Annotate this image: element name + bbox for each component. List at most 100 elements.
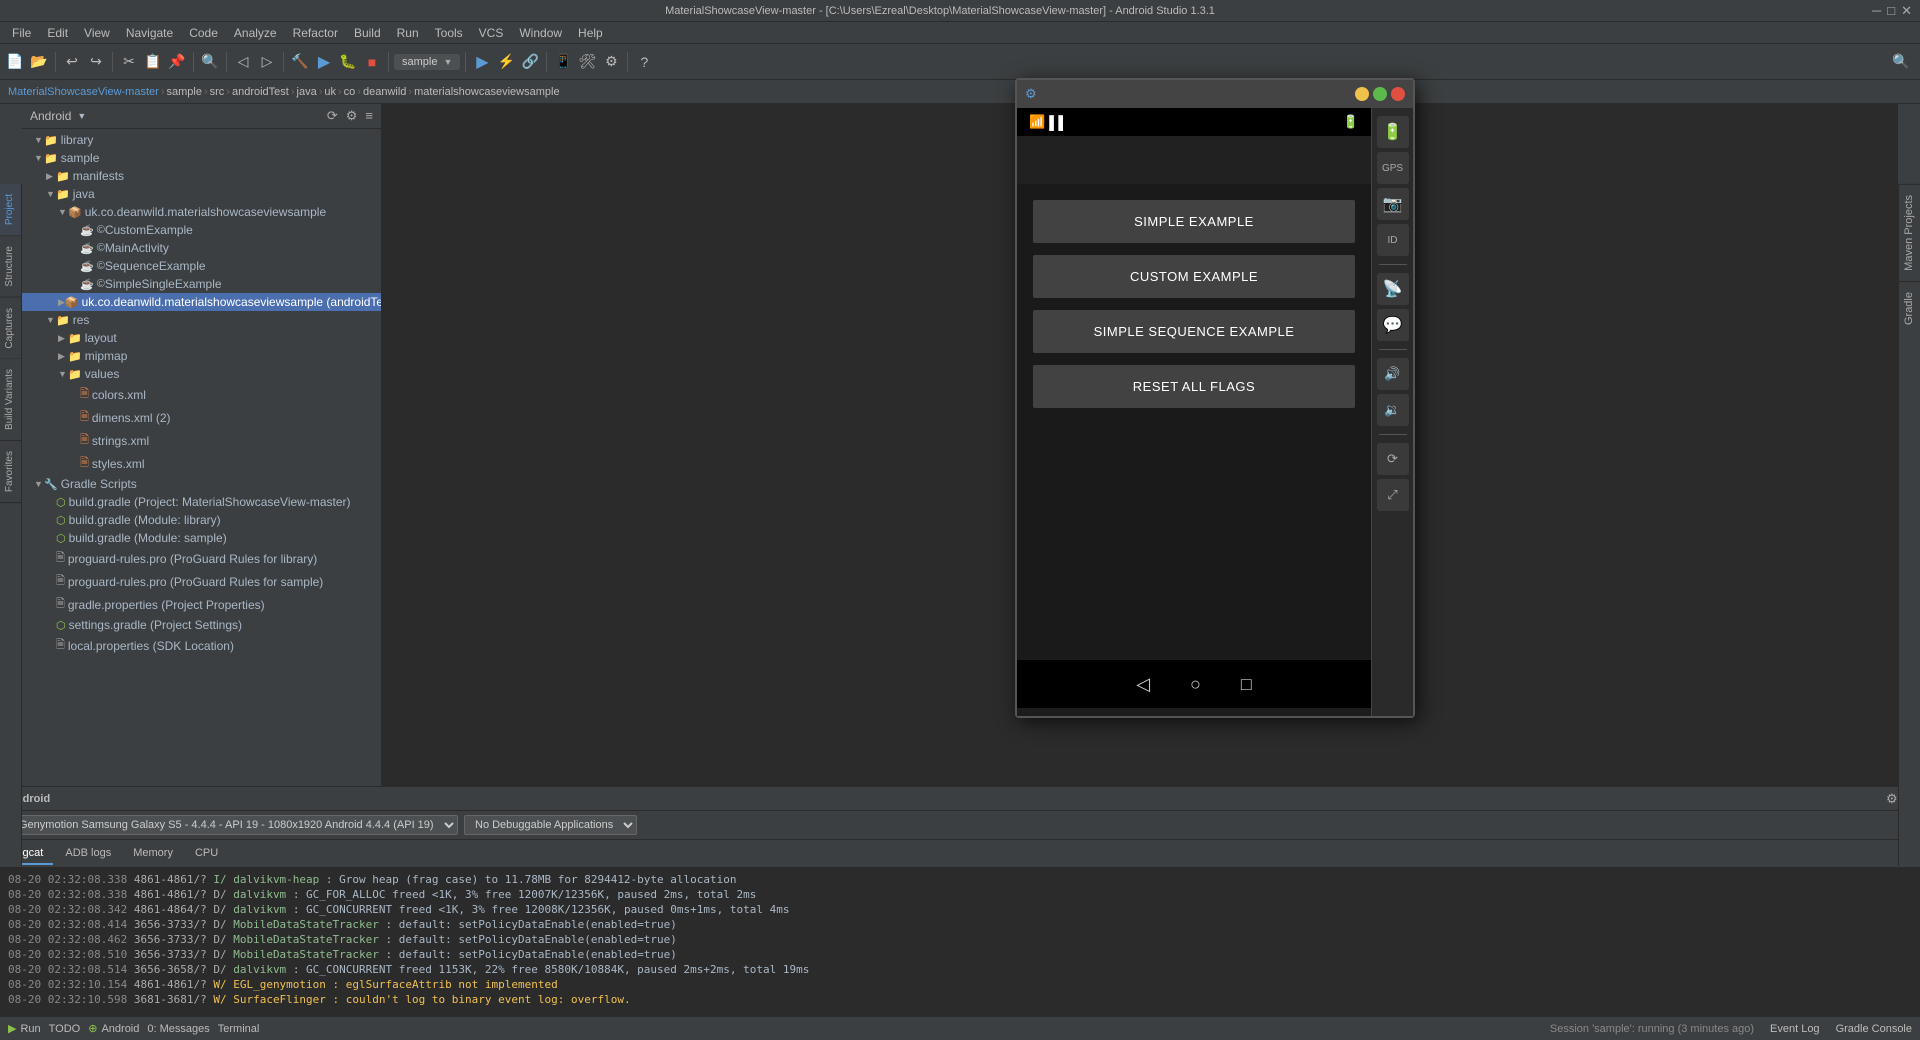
- maximize-btn[interactable]: □: [1887, 3, 1895, 19]
- tree-item-manifests[interactable]: ▶ 📁 manifests: [22, 167, 381, 185]
- tree-item-build-library[interactable]: ⬡ build.gradle (Module: library): [22, 511, 381, 529]
- settings-btn[interactable]: ⚙: [600, 51, 622, 73]
- run-app-btn[interactable]: ▶: [471, 51, 493, 73]
- new-file-btn[interactable]: 📄: [4, 51, 26, 73]
- tree-item-custom-example[interactable]: ☕ © CustomExample: [22, 221, 381, 239]
- geny-tool-rotate[interactable]: ⟳: [1377, 443, 1409, 475]
- right-tab-maven[interactable]: Maven Projects: [1899, 184, 1920, 281]
- profile-btn[interactable]: ⚡: [495, 51, 517, 73]
- help-btn[interactable]: ?: [633, 51, 655, 73]
- tree-item-build-sample[interactable]: ⬡ build.gradle (Module: sample): [22, 529, 381, 547]
- left-tab-favorites[interactable]: Favorites: [0, 441, 21, 503]
- sidebar-settings-icon[interactable]: ⚙: [346, 108, 358, 124]
- tree-item-simplesingle[interactable]: ☕ © SimpleSingleExample: [22, 275, 381, 293]
- gradle-console-status[interactable]: Gradle Console: [1836, 1023, 1912, 1035]
- tab-cpu[interactable]: CPU: [185, 843, 228, 865]
- attach-btn[interactable]: 🔗: [519, 51, 541, 73]
- geny-tool-fullscreen[interactable]: ⤢: [1377, 479, 1409, 511]
- geny-tool-sms[interactable]: 💬: [1377, 309, 1409, 341]
- menu-item-window[interactable]: Window: [511, 24, 570, 42]
- redo-btn[interactable]: ↪: [85, 51, 107, 73]
- log-area[interactable]: 08-20 02:32:08.338 4861-4861/? I/ dalvik…: [0, 868, 1920, 1016]
- breadcrumb-uk[interactable]: uk: [324, 86, 336, 98]
- geny-maximize-btn[interactable]: [1373, 87, 1387, 101]
- tree-item-pkg-main[interactable]: ▼ 📦 uk.co.deanwild.materialshowcaseviews…: [22, 203, 381, 221]
- sdk-btn[interactable]: 🛠: [576, 51, 598, 73]
- search-everywhere-btn[interactable]: 🔍: [1890, 51, 1912, 73]
- geny-tool-vol-down[interactable]: 🔉: [1377, 394, 1409, 426]
- geny-tool-camera[interactable]: 📷: [1377, 188, 1409, 220]
- menu-item-run[interactable]: Run: [389, 24, 427, 42]
- menu-item-code[interactable]: Code: [181, 24, 226, 42]
- panel-settings-icon[interactable]: ⚙: [1886, 791, 1898, 807]
- tree-item-sequence[interactable]: ☕ © SequenceExample: [22, 257, 381, 275]
- sidebar-sync-icon[interactable]: ⟳: [327, 108, 338, 124]
- left-tab-captures[interactable]: Captures: [0, 298, 21, 360]
- menu-item-edit[interactable]: Edit: [39, 24, 76, 42]
- tab-memory[interactable]: Memory: [123, 843, 183, 865]
- cut-btn[interactable]: ✂: [118, 51, 140, 73]
- back-btn[interactable]: ◁: [232, 51, 254, 73]
- menu-item-refactor[interactable]: Refactor: [285, 24, 346, 42]
- tree-item-dimens[interactable]: 🗎 dimens.xml (2): [22, 406, 381, 429]
- menu-item-vcs[interactable]: VCS: [471, 24, 512, 42]
- geny-tool-signal[interactable]: 📡: [1377, 273, 1409, 305]
- sidebar-dropdown-icon[interactable]: ▼: [77, 111, 86, 121]
- geny-tool-id[interactable]: ID: [1377, 224, 1409, 256]
- left-tab-project[interactable]: Project: [0, 184, 21, 236]
- phone-reset-flags-btn[interactable]: RESET ALL FLAGS: [1033, 365, 1355, 408]
- breadcrumb-androidtest[interactable]: androidTest: [232, 86, 289, 98]
- open-btn[interactable]: 📂: [28, 51, 50, 73]
- undo-btn[interactable]: ↩: [61, 51, 83, 73]
- event-log-status[interactable]: Event Log: [1770, 1023, 1820, 1035]
- tree-item-mainactivity[interactable]: ☕ © MainActivity: [22, 239, 381, 257]
- geny-close-btn[interactable]: [1391, 87, 1405, 101]
- tree-item-res[interactable]: ▼ 📁 res: [22, 311, 381, 329]
- sidebar-gear-icon[interactable]: ≡: [365, 108, 373, 124]
- tree-item-settings-gradle[interactable]: ⬡ settings.gradle (Project Settings): [22, 616, 381, 634]
- tree-item-colors[interactable]: 🗎 colors.xml: [22, 383, 381, 406]
- breadcrumb-deanwild[interactable]: deanwild: [363, 86, 406, 98]
- todo-status[interactable]: TODO: [49, 1023, 81, 1035]
- breadcrumb-root[interactable]: MaterialShowcaseView-master: [8, 86, 159, 98]
- tree-item-java[interactable]: ▼ 📁 java: [22, 185, 381, 203]
- run-green-btn[interactable]: ▶: [313, 51, 335, 73]
- device-selector[interactable]: Genymotion Samsung Galaxy S5 - 4.4.4 - A…: [8, 815, 458, 835]
- menu-item-build[interactable]: Build: [346, 24, 389, 42]
- geny-tool-gps[interactable]: GPS: [1377, 152, 1409, 184]
- right-tab-gradle[interactable]: Gradle: [1899, 281, 1920, 335]
- tree-item-mipmap[interactable]: ▶ 📁 mipmap: [22, 347, 381, 365]
- run-status[interactable]: ▶ Run: [8, 1022, 41, 1035]
- phone-recents-btn[interactable]: □: [1241, 674, 1252, 695]
- paste-btn[interactable]: 📌: [166, 51, 188, 73]
- tab-adb-logs[interactable]: ADB logs: [55, 843, 121, 865]
- tree-item-sample[interactable]: ▼ 📁 sample: [22, 149, 381, 167]
- tree-item-library[interactable]: ▼ 📁 library: [22, 131, 381, 149]
- module-selector[interactable]: sample ▼: [394, 54, 460, 70]
- phone-custom-example-btn[interactable]: CUSTOM EXAMPLE: [1033, 255, 1355, 298]
- phone-simple-sequence-btn[interactable]: SIMPLE SEQUENCE EXAMPLE: [1033, 310, 1355, 353]
- tree-item-proguard-sample[interactable]: 🗎 proguard-rules.pro (ProGuard Rules for…: [22, 570, 381, 593]
- breadcrumb-java[interactable]: java: [297, 86, 317, 98]
- breadcrumb-src[interactable]: src: [210, 86, 225, 98]
- geny-tool-vol-up[interactable]: 🔊: [1377, 358, 1409, 390]
- menu-item-file[interactable]: File: [4, 24, 39, 42]
- tree-item-pkg-androidtest[interactable]: ▶ 📦 uk.co.deanwild.materialshowcaseviews…: [22, 293, 381, 311]
- phone-simple-example-btn[interactable]: SIMPLE EXAMPLE: [1033, 200, 1355, 243]
- close-btn[interactable]: ✕: [1901, 3, 1912, 19]
- tree-item-layout[interactable]: ▶ 📁 layout: [22, 329, 381, 347]
- geny-tool-battery[interactable]: 🔋: [1377, 116, 1409, 148]
- search-btn[interactable]: 🔍: [199, 51, 221, 73]
- tree-item-build-project[interactable]: ⬡ build.gradle (Project: MaterialShowcas…: [22, 493, 381, 511]
- build-btn[interactable]: 🔨: [289, 51, 311, 73]
- phone-home-btn[interactable]: ○: [1190, 674, 1201, 695]
- avd-btn[interactable]: 📱: [552, 51, 574, 73]
- tree-item-proguard-library[interactable]: 🗎 proguard-rules.pro (ProGuard Rules for…: [22, 547, 381, 570]
- debuggable-selector[interactable]: No Debuggable Applications: [464, 815, 637, 835]
- geny-minimize-btn[interactable]: [1355, 87, 1369, 101]
- tree-item-local-props[interactable]: 🗎 local.properties (SDK Location): [22, 634, 381, 657]
- tree-item-strings[interactable]: 🗎 strings.xml: [22, 429, 381, 452]
- forward-btn[interactable]: ▷: [256, 51, 278, 73]
- menu-item-view[interactable]: View: [76, 24, 118, 42]
- left-tab-build-variants[interactable]: Build Variants: [0, 359, 21, 441]
